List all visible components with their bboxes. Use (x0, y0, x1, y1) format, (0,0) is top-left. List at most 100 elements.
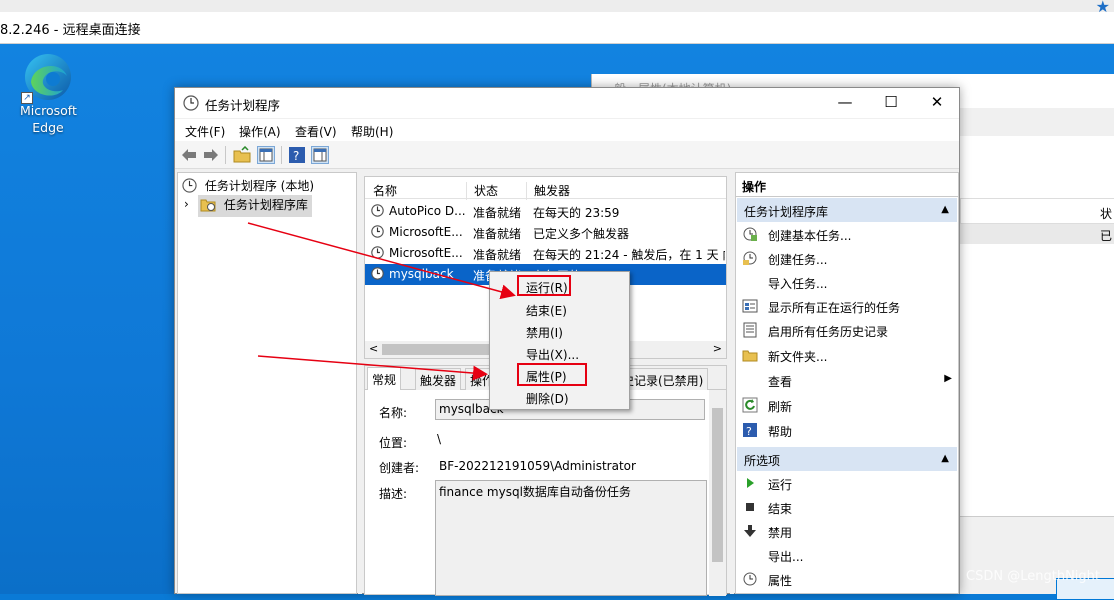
ctx-end[interactable]: 结束(E) (526, 302, 567, 319)
table-row[interactable]: AutoPico D... 准备就绪 在每天的 23:59 (365, 201, 726, 222)
vertical-scrollbar[interactable] (709, 390, 726, 596)
up-folder-icon[interactable] (233, 145, 251, 164)
action-disable[interactable]: 禁用 (742, 520, 954, 542)
maximize-button[interactable]: ☐ (868, 88, 914, 118)
tab-history[interactable]: 史记录(已禁用) (617, 368, 709, 390)
table-row[interactable]: MicrosoftE... 准备就绪 已定义多个触发器 (365, 222, 726, 243)
help-icon[interactable]: ? (288, 146, 306, 164)
action-enable-history[interactable]: 启用所有任务历史记录 (742, 319, 954, 341)
menu-action[interactable]: 操作(A) (239, 123, 281, 140)
actions-header: 操作 (736, 173, 958, 197)
location-value: \ (437, 432, 442, 446)
pane-splitter[interactable] (730, 172, 734, 594)
edge-desktop-shortcut[interactable]: ↗ Microsoft Edge (20, 52, 77, 142)
ctx-disable[interactable]: 禁用(I) (526, 324, 563, 341)
column-divider[interactable] (526, 182, 527, 200)
rdp-connection-strip (0, 0, 1114, 12)
tree-root[interactable]: 任务计划程序 (本地) (182, 177, 314, 196)
action-import-task[interactable]: 导入任务... (742, 271, 954, 293)
task-name: mysqlback (389, 267, 454, 281)
folder-clock-icon (200, 197, 216, 215)
clock-icon (182, 178, 197, 196)
action-label: 结束 (768, 502, 793, 516)
back-arrow-icon[interactable] (180, 146, 198, 164)
toolbar-separator (225, 146, 226, 164)
action-properties[interactable]: 属性 (742, 568, 954, 590)
column-divider[interactable] (466, 182, 467, 200)
create-basic-task-icon (742, 226, 758, 242)
tab-general[interactable]: 常规 (367, 367, 402, 390)
table-row[interactable]: MicrosoftE... 准备就绪 在每天的 21:24 - 触发后，在 1 … (365, 243, 726, 264)
action-create-basic-task[interactable]: 创建基本任务... (742, 223, 954, 245)
background-col-header: 状 (1099, 207, 1112, 221)
show-hide-action-pane-icon[interactable] (311, 146, 329, 164)
scroll-right-button[interactable]: > (713, 342, 722, 355)
disable-icon (742, 523, 758, 539)
action-show-running[interactable]: 显示所有正在运行的任务 (742, 295, 954, 317)
col-trigger[interactable]: 触发器 (534, 182, 570, 199)
collapse-caret-icon[interactable]: ▲ (941, 204, 949, 215)
scroll-thumb[interactable] (712, 408, 723, 562)
pin-icon[interactable]: ★ (1096, 0, 1110, 16)
section-selected-item[interactable]: 所选项 ▲ (737, 447, 957, 471)
action-label: 属性 (768, 574, 793, 588)
action-view[interactable]: 查看 ▶ (742, 369, 954, 391)
minimize-button[interactable]: — (822, 88, 868, 118)
tab-triggers[interactable]: 触发器 (415, 368, 462, 390)
annotation-highlight-properties (517, 363, 587, 386)
col-status[interactable]: 状态 (474, 182, 498, 199)
tree-expander-chevron-icon[interactable]: › (184, 197, 189, 211)
task-clock-icon (371, 246, 384, 262)
action-label: 导入任务... (768, 277, 828, 291)
pane-splitter[interactable] (358, 172, 362, 594)
tree-item-library[interactable]: 任务计划程序库 (198, 195, 312, 217)
action-refresh[interactable]: 刷新 (742, 394, 954, 416)
scroll-thumb[interactable] (382, 344, 492, 355)
menu-help[interactable]: 帮助(H) (351, 123, 393, 140)
action-label: 刷新 (768, 400, 793, 414)
scroll-left-button[interactable]: < (369, 342, 378, 355)
action-label: 导出... (768, 550, 804, 564)
menu-view[interactable]: 查看(V) (295, 123, 337, 140)
toolbar: ? (175, 141, 959, 169)
history-icon (742, 322, 758, 338)
description-label: 描述: (379, 487, 408, 501)
menu-file[interactable]: 文件(F) (185, 123, 225, 140)
action-new-folder[interactable]: 新文件夹... (742, 344, 954, 366)
forward-arrow-icon[interactable] (202, 146, 220, 164)
task-trigger: 在每天的 21:24 - 触发后，在 1 天 内 (533, 248, 725, 262)
ctx-delete[interactable]: 删除(D) (526, 390, 569, 407)
description-field[interactable]: finance mysql数据库自动备份任务 (435, 480, 707, 596)
background-table-row (960, 224, 1114, 244)
action-help[interactable]: ? 帮助 (742, 419, 954, 441)
show-hide-tree-icon[interactable] (257, 146, 275, 164)
list-header: 名称 状态 触发器 (365, 177, 726, 200)
task-status: 准备就绪 (473, 227, 522, 241)
background-table-header (960, 198, 1114, 224)
task-status: 准备就绪 (473, 248, 522, 262)
ctx-export[interactable]: 导出(X)... (526, 346, 579, 363)
action-run[interactable]: 运行 (742, 472, 954, 494)
action-export[interactable]: 导出... (742, 544, 954, 566)
edge-label: Microsoft Edge (20, 103, 77, 135)
action-end[interactable]: 结束 (742, 496, 954, 518)
action-label: 运行 (768, 478, 793, 492)
author-label: 创建者: (379, 461, 420, 475)
tree-root-label: 任务计划程序 (本地) (204, 179, 315, 193)
col-name[interactable]: 名称 (373, 182, 397, 199)
task-name: AutoPico D... (389, 204, 465, 218)
close-button[interactable]: ✕ (914, 88, 960, 118)
location-label: 位置: (379, 436, 408, 450)
section-library[interactable]: 任务计划程序库 ▲ (737, 198, 957, 222)
actions-pane: 操作 任务计划程序库 ▲ 创建基本任务... 创建任务... 导入任务... 显… (735, 172, 959, 594)
action-create-task[interactable]: 创建任务... (742, 247, 954, 269)
tree-library-label: 任务计划程序库 (223, 198, 308, 212)
titlebar: 任务计划程序 — ☐ ✕ (175, 88, 959, 118)
action-label: 启用所有任务历史记录 (768, 325, 889, 339)
run-icon (742, 475, 758, 491)
help-icon: ? (742, 422, 758, 438)
action-label: 新文件夹... (768, 350, 828, 364)
collapse-caret-icon[interactable]: ▲ (941, 453, 949, 464)
watermark: CSDN @LengthNight (966, 569, 1100, 584)
author-value: BF-202212191059\Administrator (439, 459, 636, 473)
